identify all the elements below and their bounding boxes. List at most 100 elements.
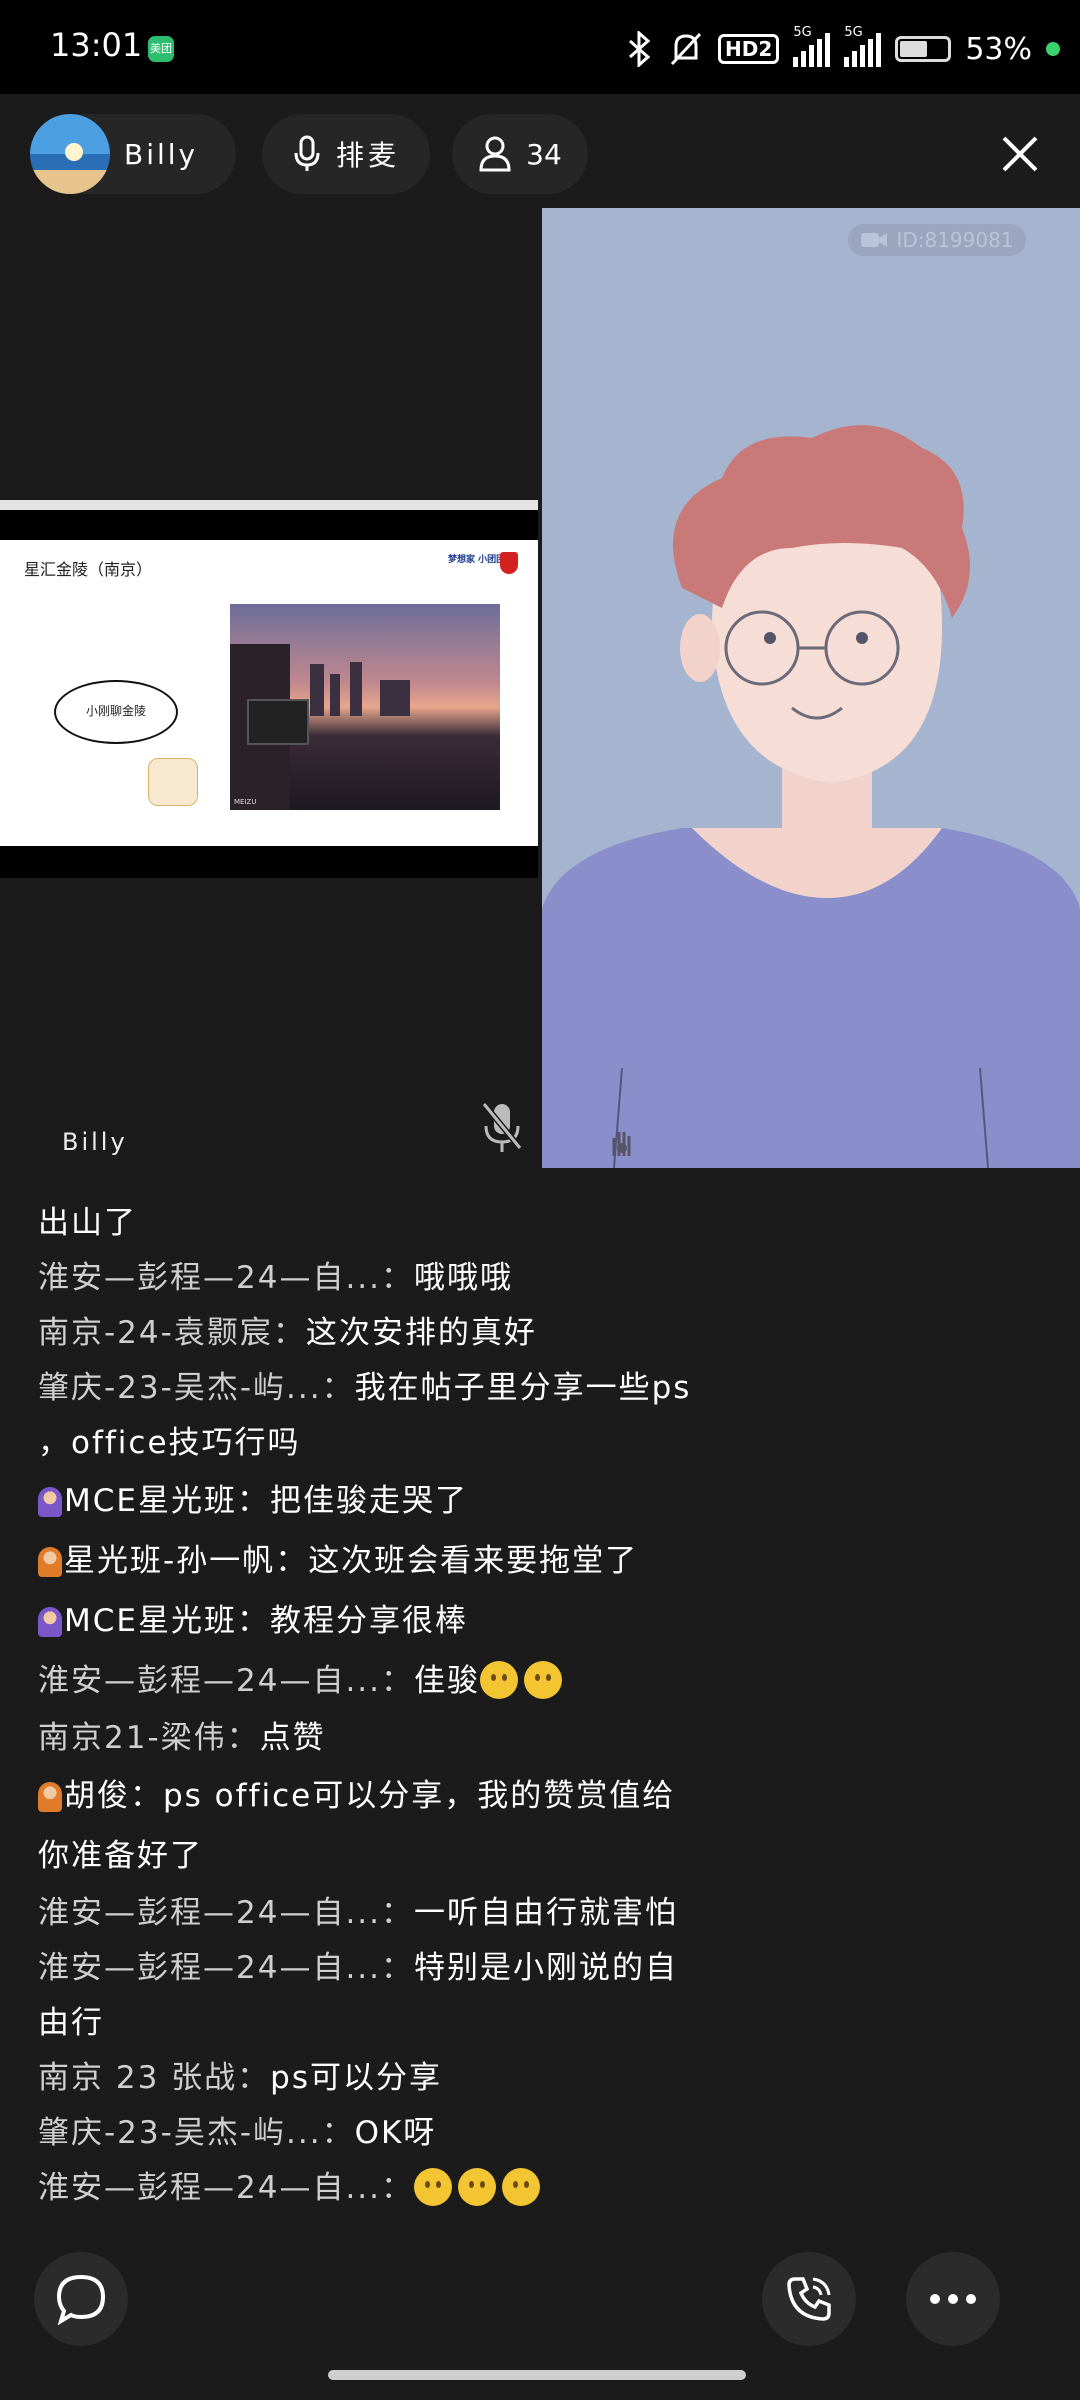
- chat-user[interactable]: MCE星光班: [64, 1603, 237, 1639]
- chat-text: 哦哦哦: [414, 1260, 514, 1296]
- slide-photo: MEIZU: [230, 604, 500, 810]
- chat-user[interactable]: 南京 23 张战: [38, 2060, 237, 2096]
- user-badge-icon: [38, 1547, 62, 1577]
- chat-text: ps可以分享: [270, 2060, 442, 2096]
- bluetooth-icon: [629, 31, 651, 67]
- viewer-count-button[interactable]: 34: [452, 114, 588, 194]
- chat-text: ps office可以分享，我的赞赏值给: [163, 1778, 676, 1814]
- chat-message-continued: 由行: [38, 1996, 1038, 2051]
- muted-mic-icon[interactable]: [480, 1100, 524, 1156]
- slide-title: 星汇金陵（南京）: [24, 562, 153, 579]
- screen-share[interactable]: 星汇金陵（南京） 梦想家 小团团 小刚聊金陵 MEIZU: [0, 500, 538, 878]
- more-button[interactable]: [906, 2252, 1000, 2346]
- chat-text: OK呀: [354, 2115, 437, 2151]
- slide-emblem-icon: [500, 552, 518, 574]
- mic-icon: [294, 135, 320, 171]
- app-notification-badge: 美团: [148, 36, 174, 62]
- chat-text: 由行: [38, 2005, 104, 2041]
- home-indicator[interactable]: [328, 2370, 746, 2380]
- chat-user[interactable]: 肇庆-23-吴杰-屿...: [38, 1370, 322, 1406]
- mic-queue-button[interactable]: 排麦: [262, 114, 430, 194]
- avatar-illustration: [542, 425, 1080, 1168]
- chat-message: 淮安—彭程—24—自...：: [38, 2161, 1038, 2216]
- chat-user[interactable]: 南京21-梁伟: [38, 1720, 227, 1756]
- network-type: 5G: [793, 25, 812, 40]
- chat-user[interactable]: 淮安—彭程—24—自...: [38, 1895, 381, 1931]
- slide-logo: 梦想家 小团团: [448, 555, 506, 565]
- chat-message-continued: ，office技巧行吗: [38, 1416, 1038, 1471]
- chat-user[interactable]: 淮安—彭程—24—自...: [38, 2170, 381, 2206]
- share-titlebar: [0, 500, 538, 510]
- chat-button[interactable]: [34, 2252, 128, 2346]
- woozy-emoji-icon: [414, 2168, 453, 2206]
- host-name: Billy: [124, 137, 199, 171]
- participant-name: Billy: [62, 1128, 128, 1156]
- woozy-emoji-icon: [502, 2168, 541, 2206]
- chat-message: 肇庆-23-吴杰-屿...：我在帖子里分享一些ps: [38, 1370, 692, 1406]
- chat-user[interactable]: 肇庆-23-吴杰-屿...: [38, 2115, 322, 2151]
- chat-text: 这次班会看来要拖堂了: [308, 1543, 639, 1579]
- chat-text: 把佳骏走哭了: [269, 1483, 468, 1519]
- chat-user[interactable]: 淮安—彭程—24—自...: [38, 1950, 381, 1986]
- video-tile[interactable]: ID:8199081: [542, 208, 1080, 1168]
- speech-bubble: 小刚聊金陵: [54, 680, 178, 744]
- chat-message: 星光班-孙一帆：这次班会看来要拖堂了: [38, 1531, 1038, 1591]
- room-header: Billy 排麦 34: [0, 94, 1080, 210]
- chat-user[interactable]: 淮安—彭程—24—自...: [38, 1260, 381, 1296]
- chat-message: 南京-24-袁颢宸：这次安排的真好: [38, 1315, 537, 1351]
- chat-message: 淮安—彭程—24—自...：佳骏: [38, 1651, 1038, 1711]
- chat-message: 南京21-梁伟：点赞: [38, 1720, 326, 1756]
- status-icons: HD2 5G 5G 53%: [624, 24, 1060, 74]
- chat-message: MCE星光班：把佳骏走哭了: [38, 1471, 1038, 1531]
- hd-icon: HD2: [718, 34, 780, 64]
- chat-user[interactable]: 胡俊: [64, 1778, 130, 1814]
- user-badge-icon: [38, 1487, 62, 1517]
- chat-user[interactable]: 南京-24-袁颢宸: [38, 1315, 273, 1351]
- call-button[interactable]: [762, 2252, 856, 2346]
- chat-text: 点赞: [259, 1720, 326, 1756]
- chat-text: 特别是小刚说的自: [414, 1950, 679, 1986]
- chat-user[interactable]: 淮安—彭程—24—自...: [38, 1663, 381, 1699]
- raise-hand-icon[interactable]: [608, 1126, 636, 1158]
- chat-text: ，office技巧行吗: [38, 1425, 301, 1461]
- chat-text: 这次安排的真好: [305, 1315, 537, 1351]
- network-type-2: 5G: [844, 25, 863, 40]
- chat-bubble-icon: [56, 2274, 106, 2326]
- mute-bell-icon: [670, 32, 702, 66]
- bubble-text: 小刚聊金陵: [85, 704, 146, 718]
- chat-message: 淮安—彭程—24—自...：一听自由行就害怕: [38, 1895, 679, 1931]
- bottom-toolbar: [0, 2240, 1080, 2360]
- thinking-emoji-icon: [480, 1661, 519, 1699]
- host-profile[interactable]: Billy: [30, 114, 236, 194]
- chat-text: 佳骏: [414, 1663, 481, 1699]
- chat-message: 淮安—彭程—24—自...：特别是小刚说的自: [38, 1950, 679, 1986]
- chat-list[interactable]: 出山了 淮安—彭程—24—自...：哦哦哦 南京-24-袁颢宸：这次安排的真好 …: [38, 1196, 1038, 2216]
- signal-icon: 5G: [793, 25, 831, 67]
- signal-icon-2: 5G: [844, 25, 882, 67]
- thinking-emoji-icon: [524, 1661, 563, 1699]
- woozy-emoji-icon: [458, 2168, 497, 2206]
- cartoon-character: [148, 758, 198, 806]
- viewer-count: 34: [526, 137, 562, 171]
- privacy-dot: [1046, 42, 1060, 56]
- avatar[interactable]: [30, 114, 110, 194]
- mic-queue-label: 排麦: [335, 139, 400, 172]
- chat-text: 一听自由行就害怕: [414, 1895, 679, 1931]
- chat-message: 胡俊：ps office可以分享，我的赞赏值给: [38, 1766, 1038, 1826]
- photo-label: MEIZU: [234, 798, 257, 806]
- chat-message: 淮安—彭程—24—自...：哦哦哦: [38, 1260, 514, 1296]
- battery-percent: 53%: [965, 31, 1032, 67]
- phone-icon: [787, 2277, 831, 2321]
- chat-user[interactable]: MCE星光班: [64, 1483, 237, 1519]
- chat-message: 出山了: [38, 1196, 1038, 1251]
- clock: 13:01: [50, 26, 143, 64]
- chat-user[interactable]: 星光班-孙一帆: [64, 1543, 275, 1579]
- more-icon: [930, 2294, 976, 2304]
- chat-text: 我在帖子里分享一些ps: [354, 1370, 692, 1406]
- chat-message: 南京 23 张战：ps可以分享: [38, 2060, 442, 2096]
- chat-message-continued: 你准备好了: [38, 1826, 1038, 1886]
- chat-text: 你准备好了: [38, 1838, 203, 1874]
- close-icon[interactable]: [996, 130, 1044, 178]
- user-badge-icon: [38, 1782, 62, 1812]
- status-bar: 13:01 美团 HD2 5G 5G 53%: [0, 0, 1080, 94]
